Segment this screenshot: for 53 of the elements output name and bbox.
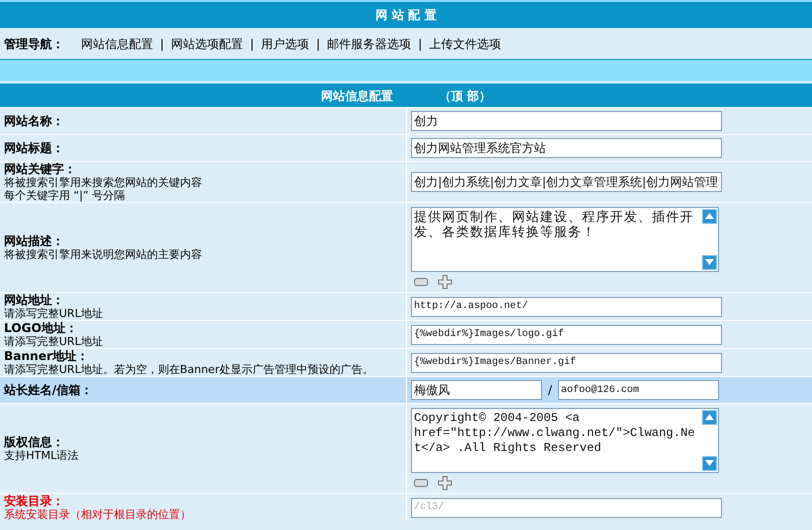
field-hint: 请添写完整URL地址 (4, 307, 104, 320)
minus-icon[interactable] (414, 278, 428, 286)
field-label: LOGO地址： (4, 321, 78, 335)
text-field[interactable]: http://a.aspoo.net/ (411, 296, 722, 316)
field-hint: 支持HTML语法 (4, 449, 80, 462)
field-label: 站长姓名/信箱： (4, 383, 94, 397)
field-label: 安装目录： (4, 494, 65, 508)
text-field[interactable]: 创力网站管理系统官方站 (411, 138, 722, 158)
field-hint: 将被搜索引擎用来说明您网站的主要内容 (4, 248, 203, 261)
plus-icon[interactable] (438, 274, 452, 288)
field-hint: 将被搜索引擎用来搜索您网站的关键内容 (4, 176, 203, 189)
nav-link[interactable]: 网站选项配置 (171, 34, 244, 52)
field-label: 网站描述： (4, 234, 65, 248)
section-title: 网站信息配置 (320, 88, 393, 104)
plus-icon[interactable] (438, 476, 452, 490)
nav-link[interactable]: 用户选项 (261, 34, 310, 52)
nav-separator: | (315, 36, 322, 52)
nav-separator: | (159, 36, 166, 52)
text-field[interactable]: {%webdir%}Images/Banner.gif (411, 352, 722, 372)
nav-label: 管理导航： (3, 36, 65, 52)
triangle-up-icon (705, 213, 714, 219)
scroll-down-button[interactable] (702, 456, 717, 470)
field-separator: / (547, 382, 554, 399)
field-hint: 请添写完整URL地址 (4, 335, 104, 348)
text-field[interactable]: aofoo@126.com (558, 380, 720, 400)
text-field[interactable]: 梅傲风 (411, 380, 542, 400)
minus-icon[interactable] (414, 478, 428, 486)
page-title: 网 站 配 置 (376, 7, 436, 24)
nav-link[interactable]: 上传文件选项 (429, 34, 502, 52)
field-label: 网站关键字： (4, 162, 77, 176)
field-hint: 每个关键字用 “|” 号分隔 (4, 189, 126, 202)
field-label: 网站标题： (4, 141, 65, 155)
field-label: 网站名称： (4, 114, 65, 128)
field-hint: 请添写完整URL地址。若为空，则在Banner处显示广告管理中预设的广告。 (4, 363, 374, 376)
scroll-up-button[interactable] (702, 208, 717, 224)
scroll-up-button[interactable] (702, 410, 717, 424)
text-field[interactable]: 创力 (411, 111, 722, 131)
triangle-down-icon (705, 460, 714, 466)
triangle-up-icon (705, 414, 714, 420)
scroll-down-button[interactable] (702, 254, 717, 270)
field-label: Banner地址： (4, 349, 90, 363)
field-label: 版权信息： (4, 435, 65, 449)
field-hint: 系统安装目录（相对于根目录的位置） (4, 508, 192, 521)
triangle-down-icon (705, 259, 714, 265)
text-field[interactable]: 创力|创力系统|创力文章|创力文章管理系统|创力网站管理 (411, 172, 722, 192)
nav-separator: | (249, 36, 256, 52)
text-field[interactable]: {%webdir%}Images/logo.gif (411, 324, 722, 344)
nav-separator: | (417, 36, 424, 52)
field-label: 网站地址： (4, 293, 65, 307)
nav-link[interactable]: 邮件服务器选项 (327, 34, 412, 52)
text-area[interactable]: Copyright© 2004-2005 <a href="http://www.clwang.net/">Clwang.Net</a> .All Rights Reserved (411, 408, 719, 472)
nav-link[interactable]: 网站信息配置 (81, 34, 153, 52)
text-area[interactable]: 提供网页制作、网站建设、程序开发、插件开发、各类数据库转换等服务！ (411, 206, 719, 272)
